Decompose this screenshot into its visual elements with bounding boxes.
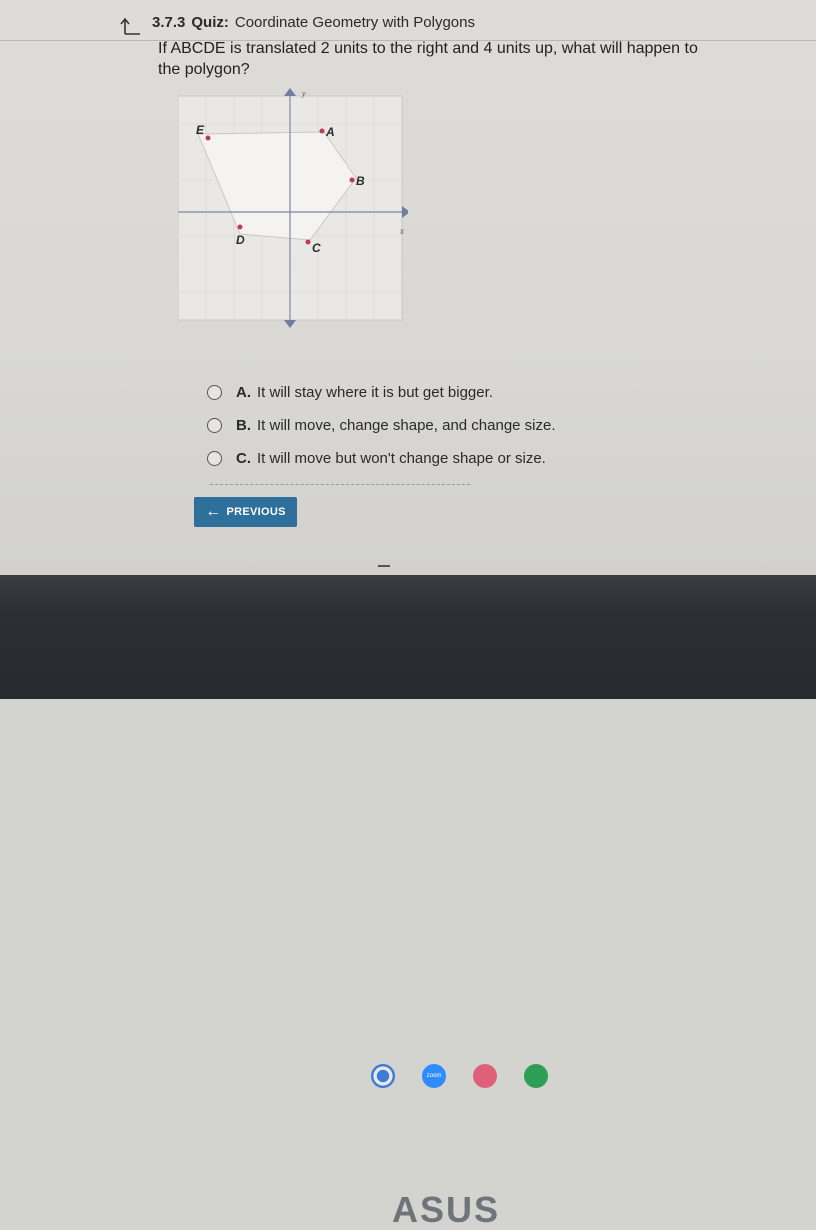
quiz-name: Coordinate Geometry with Polygons — [234, 14, 475, 31]
point-a — [319, 128, 325, 134]
choice-letter: B. — [236, 416, 251, 434]
taskbar-shelf: zoom — [0, 527, 816, 1088]
label-d: D — [236, 233, 245, 247]
point-b — [349, 177, 355, 183]
back-up-icon[interactable] — [120, 16, 142, 36]
y-axis-arrow-down — [284, 320, 296, 328]
choice-letter: A. — [236, 383, 251, 401]
zoom-label: zoom — [426, 1073, 442, 1079]
quiz-number: 3.7.3 — [152, 14, 186, 31]
choice-text: It will move but won't change shape or s… — [257, 449, 546, 467]
choice-letter: C. — [236, 449, 251, 467]
svg-text:ASUS: ASUS — [392, 1190, 500, 1230]
laptop-bezel: ASUS — [0, 575, 816, 1230]
label-e: E — [196, 123, 205, 137]
choice-text: It will stay where it is but get bigger. — [257, 383, 493, 401]
y-axis-arrow-up — [284, 88, 296, 96]
choice-text: It will move, change shape, and change s… — [257, 416, 556, 434]
y-axis-label: y — [301, 89, 306, 98]
point-e — [205, 135, 211, 141]
x-axis-arrow-right — [402, 206, 408, 218]
radio-button-a[interactable] — [207, 384, 222, 400]
point-c — [305, 239, 311, 245]
choice-a[interactable]: A. It will stay where it is but get bigg… — [207, 381, 493, 403]
label-b: B — [356, 174, 365, 188]
x-axis-label: x — [399, 226, 404, 236]
divider — [210, 484, 470, 491]
previous-button[interactable]: ← PREVIOUS — [194, 497, 297, 527]
classroom-icon[interactable] — [524, 1064, 548, 1088]
previous-label: PREVIOUS — [226, 506, 286, 518]
arrow-left-icon: ← — [205, 503, 222, 520]
label-a: A — [325, 125, 335, 139]
zoom-icon[interactable]: zoom — [422, 1064, 446, 1088]
chrome-icon[interactable] — [371, 1064, 395, 1088]
point-d — [237, 224, 243, 230]
quiz-header: 3.7.3 Quiz: Coordinate Geometry with Polyg… — [0, 0, 816, 41]
active-app-indicator — [378, 565, 390, 567]
screen: 3.7.3 Quiz: Coordinate Geometry with Polyg… — [0, 0, 816, 1088]
choice-c[interactable]: C. It will move but won't change shape o… — [207, 447, 546, 469]
coordinate-graph: y x A B C D E — [178, 88, 408, 328]
quiz-label: Quiz: — [191, 14, 229, 31]
choice-b[interactable]: B. It will move, change shape, and chang… — [207, 414, 556, 436]
asus-logo: ASUS — [392, 1190, 500, 1230]
radio-button-b[interactable] — [207, 417, 222, 433]
app-icon[interactable] — [473, 1064, 497, 1088]
label-c: C — [312, 241, 321, 255]
radio-button-c[interactable] — [207, 450, 222, 466]
question-text: If ABCDE is translated 2 units to the ri… — [158, 40, 698, 78]
quiz-title: 3.7.3 Quiz: Coordinate Geometry with Polyg… — [152, 14, 475, 31]
